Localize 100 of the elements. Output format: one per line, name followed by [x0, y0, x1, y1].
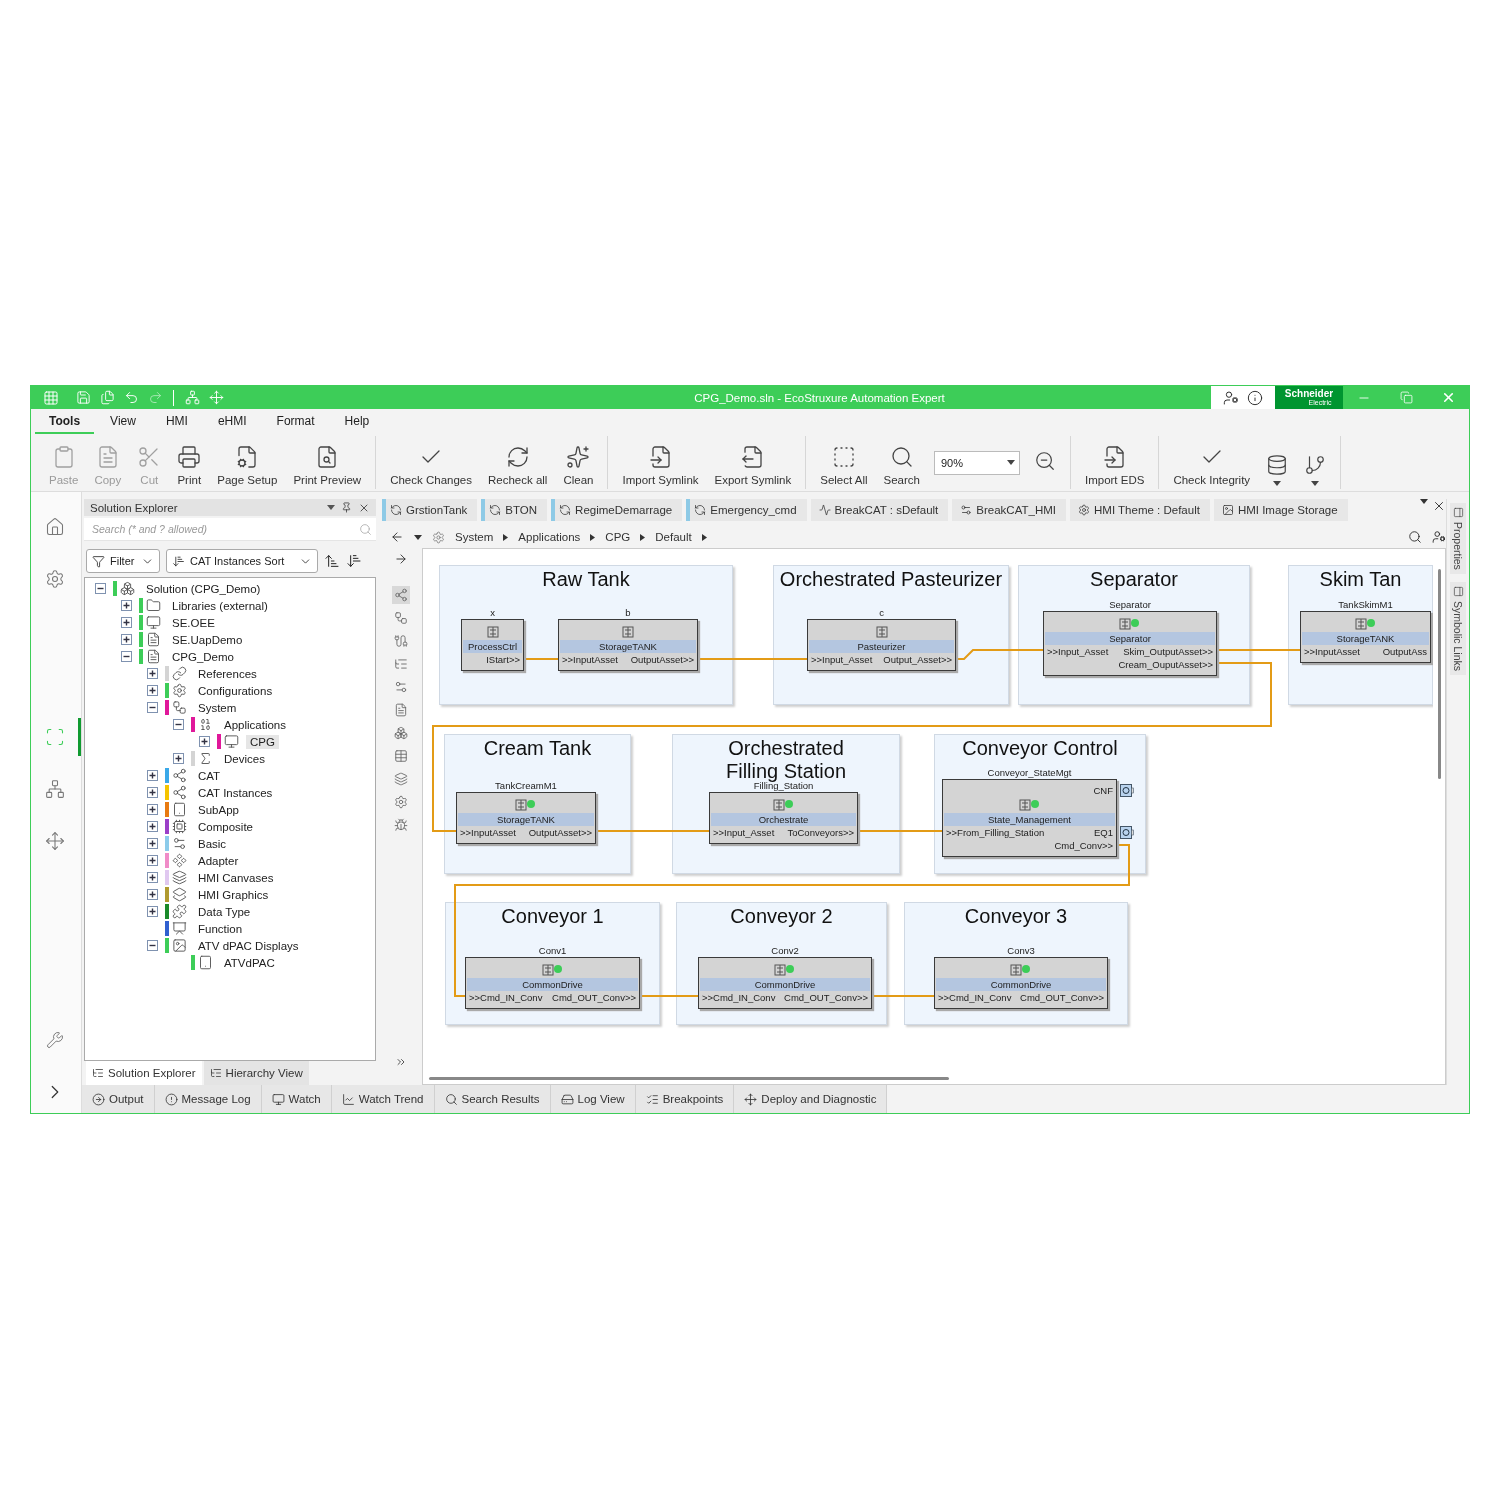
tree-item[interactable]: CPG_Demo	[168, 649, 238, 664]
tool-button[interactable]	[392, 632, 410, 650]
expand-toggle[interactable]	[173, 719, 184, 730]
tree-item[interactable]: Devices	[220, 751, 269, 766]
expand-toggle[interactable]	[121, 600, 132, 611]
expand-toggle[interactable]	[147, 787, 158, 798]
search-button[interactable]: Search	[875, 436, 928, 489]
expand-toggle[interactable]	[121, 634, 132, 645]
tool-button[interactable]	[392, 747, 410, 765]
check-changes-button[interactable]: Check Changes	[382, 436, 480, 489]
expand-toggle[interactable]	[147, 940, 158, 951]
tree-item[interactable]: References	[194, 666, 261, 681]
tree-item[interactable]: CAT Instances	[194, 785, 277, 800]
bottom-tab[interactable]: Watch Trend	[331, 1085, 435, 1113]
bottom-tab[interactable]: Breakpoints	[635, 1085, 735, 1113]
tree-item[interactable]: Data Type	[194, 904, 255, 919]
document-tab[interactable]: BTON	[481, 499, 548, 521]
document-tab[interactable]: HMI Image Storage	[1213, 499, 1348, 521]
document-tab[interactable]: BreakCAT : sDefault	[810, 499, 949, 521]
expand-toggle[interactable]	[147, 821, 158, 832]
import-eds-button[interactable]: Import EDS	[1076, 436, 1153, 489]
tool-button[interactable]	[392, 816, 410, 834]
expand-toggle[interactable]	[147, 855, 158, 866]
tree-item[interactable]: Adapter	[194, 853, 243, 868]
expand-toggle[interactable]	[147, 906, 158, 917]
sort-dropdown[interactable]: CAT Instances Sort	[166, 549, 318, 573]
function-block[interactable]: StorageTANK >>InputAsset OutputAss	[1300, 611, 1431, 663]
function-block[interactable]: Orchestrate >>Input_Asset ToConveyors>>	[709, 792, 858, 844]
tree-item[interactable]: SubApp	[194, 802, 243, 817]
pin-icon[interactable]	[341, 502, 352, 513]
function-block[interactable]: CommonDrive >>Cmd_IN_Conv Cmd_OUT_Conv>>	[698, 957, 872, 1009]
breadcrumb-link[interactable]: CPG	[605, 531, 631, 543]
side-panel-tab[interactable]: Symbolic Links	[1450, 581, 1466, 675]
tree-item[interactable]: Configurations	[194, 683, 277, 698]
expand-toggle[interactable]	[173, 753, 184, 764]
zoom-field[interactable]: 90%	[933, 450, 1020, 475]
expand-icon[interactable]	[395, 1056, 407, 1068]
wrench-icon[interactable]	[45, 1031, 64, 1049]
function-block[interactable]: CommonDrive >>Cmd_IN_Conv Cmd_OUT_Conv>>	[465, 957, 640, 1009]
expand-toggle[interactable]	[147, 889, 158, 900]
panel-tab[interactable]: Hierarchy View	[203, 1061, 309, 1085]
document-tab[interactable]: RegimeDemarrage	[551, 499, 683, 521]
expand-toggle[interactable]	[147, 702, 158, 713]
expand-toggle[interactable]	[147, 668, 158, 679]
document-tab[interactable]: Emergency_cmd	[686, 499, 807, 521]
dropdown-icon[interactable]	[327, 505, 335, 510]
menu-tab[interactable]: eHMI	[203, 414, 261, 434]
search-box[interactable]: Search (* and ? allowed)	[84, 518, 376, 541]
select-all-button[interactable]: Select All	[812, 436, 876, 489]
menu-tab[interactable]: Tools	[35, 414, 95, 434]
clean-button[interactable]: Clean	[555, 436, 602, 489]
expand-toggle[interactable]	[147, 804, 158, 815]
expand-toggle[interactable]	[147, 872, 158, 883]
function-block[interactable]: ProcessCtrl IStart>>	[461, 619, 524, 671]
bottom-tab[interactable]: Log View	[550, 1085, 636, 1113]
tree-item[interactable]: Basic	[194, 836, 231, 851]
tree-item[interactable]: CPG	[246, 734, 279, 749]
close-all-icon[interactable]	[1432, 499, 1446, 513]
menu-tab[interactable]: View	[96, 414, 150, 434]
scrollbar[interactable]	[1437, 569, 1441, 779]
dropdown-icon[interactable]	[1006, 460, 1015, 465]
user-icon[interactable]	[1432, 530, 1446, 544]
filter-dropdown[interactable]: Filter	[86, 549, 160, 573]
side-panel-tab[interactable]: Properties	[1450, 503, 1466, 574]
expand-toggle[interactable]	[147, 770, 158, 781]
breadcrumb-link[interactable]: Default	[655, 531, 692, 543]
tree-item[interactable]: Libraries (external)	[168, 598, 272, 613]
page-setup-button[interactable]: Page Setup	[209, 436, 286, 489]
expand-toggle[interactable]	[147, 685, 158, 696]
bottom-tab[interactable]: Search Results	[434, 1085, 551, 1113]
function-block[interactable]: StorageTANK >>InputAsset OutputAsset>>	[558, 619, 698, 671]
bottom-tab[interactable]: Message Log	[154, 1085, 262, 1113]
function-block[interactable]: Separator >>Input_Asset Skim_OutputAsset>> Cream_OuputAsset>>	[1043, 611, 1217, 676]
menu-tab[interactable]: Help	[330, 414, 384, 434]
menu-tab[interactable]: Format	[262, 414, 329, 434]
bottom-tab[interactable]: Output	[82, 1085, 155, 1113]
print-button[interactable]: Print	[169, 436, 210, 489]
check-integrity-button[interactable]: Check Integrity	[1165, 436, 1259, 489]
tool-button[interactable]	[392, 770, 410, 788]
tree-item[interactable]: HMI Graphics	[194, 887, 273, 902]
print-preview-button[interactable]: Print Preview	[285, 436, 370, 489]
tree-item[interactable]: Solution (CPG_Demo)	[142, 581, 265, 596]
tree-item[interactable]: Applications	[220, 717, 290, 732]
expand-toggle[interactable]	[121, 651, 132, 662]
tree-item[interactable]: SE.UapDemo	[168, 632, 247, 647]
tree-item[interactable]: Composite	[194, 819, 257, 834]
caret-icon[interactable]	[1273, 481, 1282, 486]
breadcrumb-link[interactable]: System	[455, 531, 494, 543]
search-icon[interactable]	[1408, 530, 1422, 544]
recheck-all-button[interactable]: Recheck all	[479, 436, 556, 489]
home-icon[interactable]	[44, 517, 65, 537]
scrollbar[interactable]	[429, 1076, 949, 1080]
sort-ascending-icon[interactable]	[324, 553, 340, 569]
expand-toggle[interactable]	[95, 583, 106, 594]
expand-toggle[interactable]	[147, 838, 158, 849]
panel-tab[interactable]: Solution Explorer	[86, 1061, 202, 1085]
sort-descending-icon[interactable]	[346, 553, 362, 569]
tool-button[interactable]	[392, 586, 410, 604]
tree-item[interactable]: HMI Canvases	[194, 870, 278, 885]
search-field[interactable]: Search (* and ? allowed)	[90, 522, 359, 536]
